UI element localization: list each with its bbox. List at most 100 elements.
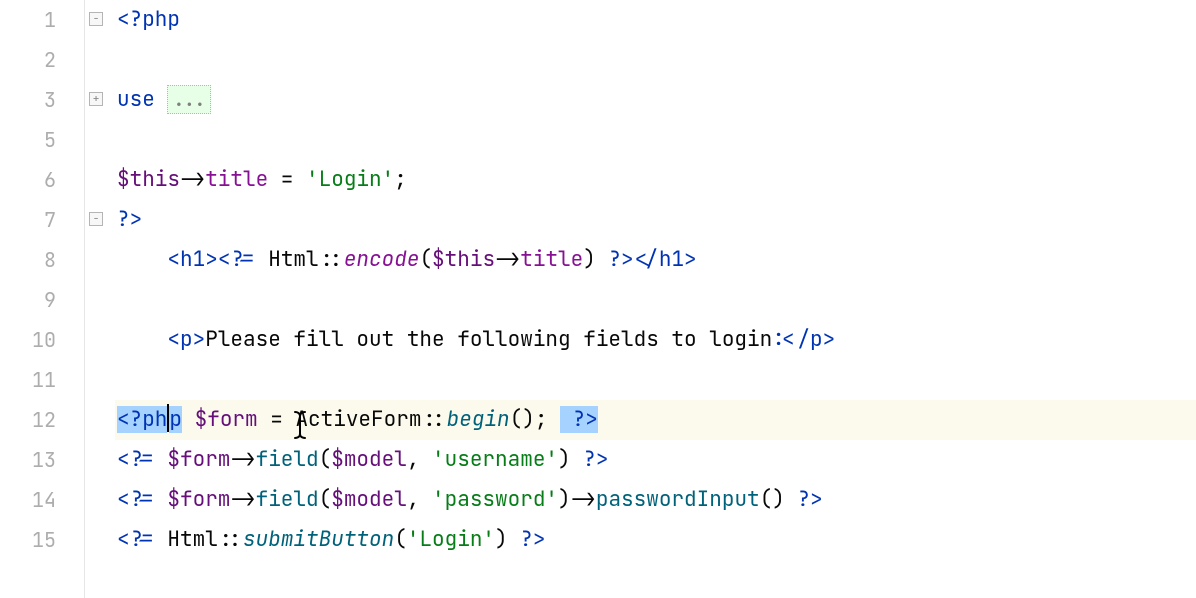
token-punct: ::	[421, 406, 446, 433]
token-class: Html	[268, 246, 318, 273]
token-html-tag: </p>	[785, 326, 835, 353]
token-html-tag: <p>	[167, 326, 205, 353]
token-variable: $form	[167, 446, 230, 473]
token-variable: $form	[167, 486, 230, 513]
line-number[interactable]: 11	[0, 360, 84, 400]
token-method: passwordInput	[596, 486, 760, 513]
code-line[interactable]: <?= $form->field($model, 'password')->pa…	[115, 480, 1196, 520]
token-php-close: ?>	[583, 446, 608, 473]
token-punct: )	[558, 446, 583, 473]
line-number[interactable]: 10	[0, 320, 84, 360]
token-method: field	[256, 486, 319, 513]
token-keyword: use	[117, 86, 167, 113]
token-arrow: ->	[230, 486, 255, 513]
token-string: 'Login'	[306, 166, 394, 193]
line-number[interactable]: 8	[0, 240, 84, 280]
fold-collapse-icon[interactable]: −	[89, 212, 103, 226]
token-string: 'password'	[432, 486, 558, 513]
token-punct: (	[394, 526, 407, 553]
token-class: Html	[167, 526, 217, 553]
token-php-open: <?=	[117, 526, 167, 553]
token-operator: =	[258, 406, 296, 433]
line-number[interactable]: 1	[0, 0, 84, 40]
token-php-close: ?>	[608, 246, 633, 273]
token-punct: ;	[394, 166, 407, 193]
token-operator: =	[268, 166, 306, 193]
token-punct: ()	[760, 486, 798, 513]
token-punct: )	[558, 486, 571, 513]
code-line-active[interactable]: <?php $form = ActiveForm::begin(); ?>	[115, 400, 1196, 440]
token-string: 'username'	[432, 446, 558, 473]
token-variable: $model	[331, 446, 407, 473]
line-number[interactable]: 2	[0, 40, 84, 80]
token-method: field	[256, 446, 319, 473]
code-area[interactable]: <?php use ... $this->title = 'Login'; ?>…	[115, 0, 1196, 598]
token-php-open: <?=	[117, 486, 167, 513]
token-php-open: <?=	[218, 246, 268, 273]
token-punct: (	[319, 446, 332, 473]
token-arrow: ->	[495, 246, 520, 273]
token-punct: )	[583, 246, 608, 273]
token-punct: ();	[510, 406, 560, 433]
selection: ?>	[573, 406, 598, 433]
token-html-tag: </h1>	[634, 246, 697, 273]
token-punct: ,	[407, 486, 432, 513]
token-static-method: begin	[447, 406, 510, 433]
token-variable: $model	[331, 486, 407, 513]
line-number[interactable]: 9	[0, 280, 84, 320]
token-html-tag: <h1>	[167, 246, 217, 273]
token-class: ActiveForm	[295, 406, 421, 433]
code-line[interactable]: <?= $form->field($model, 'username') ?>	[115, 440, 1196, 480]
indent	[117, 246, 167, 273]
token-punct: )	[495, 526, 520, 553]
code-line[interactable]	[115, 360, 1196, 400]
token-punct: (	[419, 246, 432, 273]
code-line[interactable]	[115, 120, 1196, 160]
token-static-method: encode	[344, 246, 420, 273]
token-property: title	[205, 166, 268, 193]
folded-region[interactable]: ...	[167, 85, 211, 114]
code-line[interactable]	[115, 40, 1196, 80]
line-number[interactable]: 15	[0, 520, 84, 560]
line-number[interactable]: 6	[0, 160, 84, 200]
token-punct: ,	[407, 446, 432, 473]
token-property: title	[520, 246, 583, 273]
token-php-close: ?>	[117, 206, 142, 233]
token-arrow: ->	[180, 166, 205, 193]
line-gutter[interactable]: 1 2 3 5 6 7 8 9 10 11 12 13 14 15	[0, 0, 85, 598]
fold-gutter[interactable]: − + −	[85, 0, 115, 598]
token-variable: $form	[195, 406, 258, 433]
indent	[117, 326, 167, 353]
code-line[interactable]: ?>	[115, 200, 1196, 240]
fold-collapse-icon[interactable]: −	[89, 12, 103, 26]
token-php-close: ?>	[797, 486, 822, 513]
token-punct: ::	[218, 526, 243, 553]
selection: p	[169, 406, 182, 433]
code-line[interactable]: <h1><?= Html::encode($this->title) ?></h…	[115, 240, 1196, 280]
fold-expand-icon[interactable]: +	[89, 92, 103, 106]
code-line[interactable]: <?php	[115, 0, 1196, 40]
token-php-open: <?=	[117, 446, 167, 473]
selection: <?ph	[117, 406, 167, 433]
line-number[interactable]: 14	[0, 480, 84, 520]
code-line[interactable]: <p>Please fill out the following fields …	[115, 320, 1196, 360]
token-space	[182, 406, 195, 433]
text-caret	[167, 404, 169, 432]
code-line[interactable]	[115, 280, 1196, 320]
code-line[interactable]: <?= Html::submitButton('Login') ?>	[115, 520, 1196, 560]
line-number[interactable]: 12	[0, 400, 84, 440]
code-line[interactable]: $this->title = 'Login';	[115, 160, 1196, 200]
token-php-close: ?>	[520, 526, 545, 553]
line-number[interactable]: 5	[0, 120, 84, 160]
token-string: 'Login'	[407, 526, 495, 553]
line-number[interactable]: 3	[0, 80, 84, 120]
line-number[interactable]: 13	[0, 440, 84, 480]
code-line[interactable]: use ...	[115, 80, 1196, 120]
token-text: Please fill out the following fields to …	[205, 326, 785, 353]
token-punct: ::	[319, 246, 344, 273]
token-php-open: <?php	[117, 6, 180, 33]
line-number[interactable]: 7	[0, 200, 84, 240]
token-variable: $this	[432, 246, 495, 273]
token-variable: $this	[117, 166, 180, 193]
token-static-method: submitButton	[243, 526, 394, 553]
